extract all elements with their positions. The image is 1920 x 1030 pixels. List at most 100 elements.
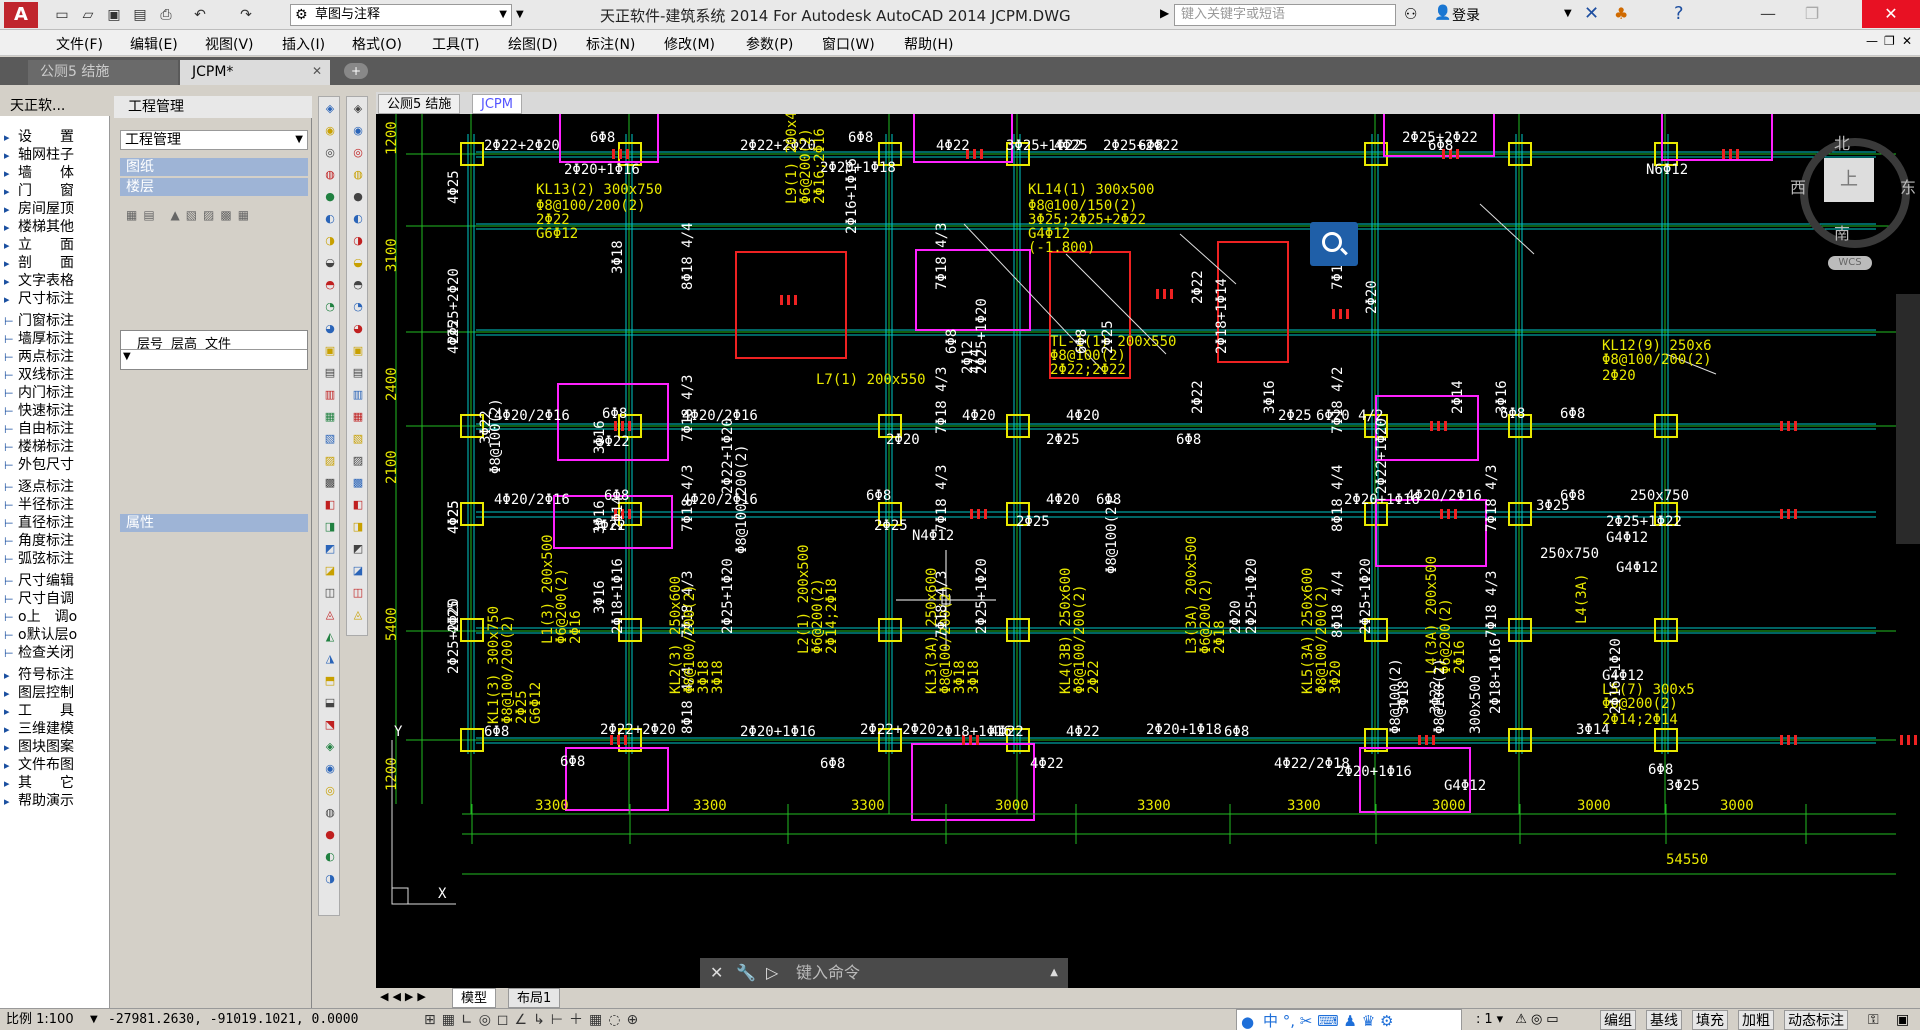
menu-edit[interactable]: 编辑(E) xyxy=(130,34,178,54)
command-input[interactable]: 键入命令 xyxy=(796,958,860,988)
status-dynamic-dim[interactable]: 动态标注 xyxy=(1784,1010,1848,1030)
tianzheng-item-9[interactable]: ▸ 尺寸标注 xyxy=(4,290,74,308)
tool-icon[interactable]: ◎ xyxy=(350,145,366,161)
tianzheng-item-7[interactable]: ▸ 剖 面 xyxy=(4,254,74,272)
tianzheng-item-18[interactable]: ⊢ 外包尺寸 xyxy=(4,456,74,474)
tool-icon[interactable]: ▩ xyxy=(322,475,338,491)
tianzheng-item-11[interactable]: ⊢ 墙厚标注 xyxy=(4,330,74,348)
tianzheng-item-16[interactable]: ⊢ 自由标注 xyxy=(4,420,74,438)
tab-nav-icons[interactable]: ◀◀▶▶ xyxy=(380,990,430,1003)
tool-icon[interactable]: ⬒ xyxy=(322,673,338,689)
tianzheng-item-20[interactable]: ⊢ 半径标注 xyxy=(4,496,74,514)
tianzheng-item-35[interactable]: ▸ 其 它 xyxy=(4,774,74,792)
tool-icon[interactable]: ◕ xyxy=(322,321,338,337)
tool-icon[interactable]: ◮ xyxy=(322,651,338,667)
scale-indicator[interactable]: 比例 1:100 xyxy=(6,1009,74,1030)
tianzheng-item-36[interactable]: ▸ 帮助演示 xyxy=(4,792,74,810)
navigation-bar[interactable] xyxy=(1896,294,1920,544)
viewcube-top[interactable]: 上 xyxy=(1824,158,1874,202)
minimize-button[interactable]: — xyxy=(1746,0,1790,28)
command-line[interactable]: ✕ 🔧 ▷ 键入命令 ▲ xyxy=(700,958,1068,988)
status-bold[interactable]: 加粗 xyxy=(1738,1010,1774,1030)
tool-icon[interactable]: ◒ xyxy=(322,255,338,271)
menu-format[interactable]: 格式(O) xyxy=(352,34,402,54)
tianzheng-item-25[interactable]: ⊢ 尺寸自调 xyxy=(4,590,74,608)
new-tab-icon[interactable]: + xyxy=(344,63,368,79)
menu-tools[interactable]: 工具(T) xyxy=(432,34,479,54)
tab-gongce[interactable]: 公厕5 结施 xyxy=(28,60,178,85)
tool-icon[interactable]: ◒ xyxy=(350,255,366,271)
tianzheng-item-22[interactable]: ⊢ 角度标注 xyxy=(4,532,74,550)
tool-icon[interactable]: ▣ xyxy=(350,343,366,359)
floor-table[interactable]: 层号 层高 文件 ▼ xyxy=(120,330,308,370)
undo-icon[interactable]: ↶ xyxy=(190,5,210,25)
tool-icon[interactable]: ◉ xyxy=(322,123,338,139)
tianzheng-item-4[interactable]: ▸ 房间屋顶 xyxy=(4,200,74,218)
tool-icon[interactable]: ◕ xyxy=(350,321,366,337)
app-logo[interactable]: A xyxy=(4,2,38,28)
wcs-button[interactable]: WCS xyxy=(1828,256,1872,270)
tool-icon[interactable]: ◫ xyxy=(350,585,366,601)
section-floors[interactable]: 楼层 xyxy=(120,178,308,196)
tianzheng-item-1[interactable]: ▸ 轴网柱子 xyxy=(4,146,74,164)
binoculars-icon[interactable]: ⚇ xyxy=(1404,5,1417,23)
tianzheng-item-10[interactable]: ⊢ 门窗标注 xyxy=(4,312,74,330)
close-icon[interactable]: ✕ xyxy=(710,958,723,988)
tool-icon[interactable]: ◎ xyxy=(322,783,338,799)
tool-icon[interactable]: ◑ xyxy=(350,233,366,249)
tianzheng-item-6[interactable]: ▸ 立 面 xyxy=(4,236,74,254)
section-properties[interactable]: 属性 xyxy=(120,514,308,532)
tool-icon[interactable]: ◨ xyxy=(350,519,366,535)
tool-icon[interactable]: ◉ xyxy=(322,761,338,777)
zoom-search-button[interactable] xyxy=(1310,222,1358,266)
tianzheng-item-32[interactable]: ▸ 三维建模 xyxy=(4,720,74,738)
tool-icon[interactable]: ◉ xyxy=(350,123,366,139)
viewcube[interactable]: 北 西 东 南 上 WCS xyxy=(1788,130,1920,290)
tool-icon[interactable]: ◎ xyxy=(322,145,338,161)
tool-icon[interactable]: ▣ xyxy=(322,343,338,359)
search-expand-icon[interactable]: ▶ xyxy=(1160,6,1169,20)
tool-icon[interactable]: ◐ xyxy=(322,211,338,227)
floor-toolbar[interactable]: ▦▤ ▲▧▨▩▦ xyxy=(126,208,306,228)
tool-icon[interactable]: ◩ xyxy=(322,541,338,557)
lock-icon[interactable]: ⚿ xyxy=(1868,1009,1879,1030)
tianzheng-item-5[interactable]: ▸ 楼梯其他 xyxy=(4,218,74,236)
tool-icon[interactable]: ◓ xyxy=(350,277,366,293)
tianzheng-item-33[interactable]: ▸ 图块图案 xyxy=(4,738,74,756)
menu-file[interactable]: 文件(F) xyxy=(56,34,103,54)
menu-restore-icon[interactable]: ❐ xyxy=(1884,34,1895,48)
tool-icon[interactable]: ◭ xyxy=(322,629,338,645)
tianzheng-item-8[interactable]: ▸ 文字表格 xyxy=(4,272,74,290)
close-button[interactable]: ✕ xyxy=(1862,0,1920,28)
ime-bar[interactable]: ● 中 °, ✂ ⌨ ♟ ♛ ⚙ xyxy=(1236,1009,1462,1030)
login-button[interactable]: 登录 xyxy=(1452,5,1480,25)
status-group[interactable]: 编组 xyxy=(1600,1010,1636,1030)
clean-screen-icon[interactable]: ▣ xyxy=(1896,1009,1909,1030)
tool-icon[interactable]: ◩ xyxy=(350,541,366,557)
tianzheng-item-3[interactable]: ▸ 门 窗 xyxy=(4,182,74,200)
menu-modify[interactable]: 修改(M) xyxy=(664,34,715,54)
restore-button[interactable]: ❐ xyxy=(1790,0,1834,28)
tab-close-icon[interactable]: ✕ xyxy=(312,64,322,78)
tianzheng-item-30[interactable]: ▸ 图层控制 xyxy=(4,684,74,702)
menu-params[interactable]: 参数(P) xyxy=(746,34,793,54)
chevron-up-icon[interactable]: ▲ xyxy=(1050,958,1058,988)
menu-view[interactable]: 视图(V) xyxy=(205,34,254,54)
row-dropdown-icon[interactable]: ▼ xyxy=(123,351,131,362)
tianzheng-item-24[interactable]: ⊢ 尺寸编辑 xyxy=(4,572,74,590)
connect-icon[interactable]: ♣ xyxy=(1614,4,1628,23)
tool-icon[interactable]: ▦ xyxy=(322,409,338,425)
exchange-icon[interactable]: ✕ xyxy=(1584,3,1599,24)
help-icon[interactable]: ? xyxy=(1674,3,1684,24)
tab-layout1[interactable]: 布局1 xyxy=(508,988,561,1008)
search-input[interactable]: 键入关键字或短语 xyxy=(1174,4,1396,26)
tianzheng-item-23[interactable]: ⊢ 弧弦标注 xyxy=(4,550,74,568)
tianzheng-item-0[interactable]: ▸ 设 置 xyxy=(4,128,74,146)
tianzheng-item-27[interactable]: ⊢ o默认层o xyxy=(4,626,77,644)
scale-dropdown-icon[interactable]: ▼ xyxy=(90,1009,98,1030)
tool-icon[interactable]: ◈ xyxy=(322,739,338,755)
tool-icon[interactable]: ⬔ xyxy=(322,717,338,733)
tool-icon[interactable]: ◔ xyxy=(350,299,366,315)
tianzheng-item-34[interactable]: ▸ 文件布图 xyxy=(4,756,74,774)
tool-icon[interactable]: ◬ xyxy=(322,607,338,623)
